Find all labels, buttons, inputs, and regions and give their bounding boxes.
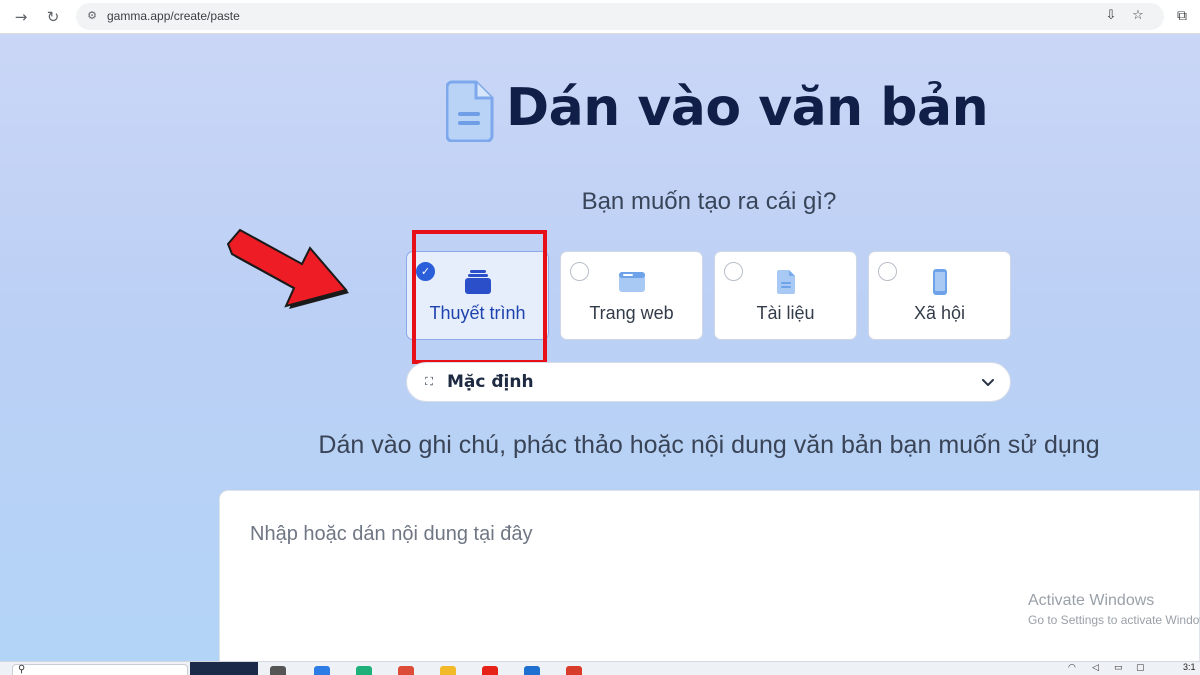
- page-title: Dán vào văn bản: [506, 78, 989, 138]
- task-view-icon[interactable]: [270, 666, 286, 675]
- paste-instruction: Dán vào ghi chú, phác thảo hoặc nội dung…: [318, 431, 1100, 459]
- theme-dropdown[interactable]: ⛶ Mặc định: [406, 362, 1011, 402]
- youtube-icon[interactable]: [482, 666, 498, 675]
- type-card-social[interactable]: Xã hội: [868, 251, 1011, 340]
- url-text: gamma.app/create/paste: [107, 9, 240, 23]
- content-textarea[interactable]: [219, 490, 1200, 665]
- taskbar-search-box[interactable]: [12, 664, 188, 675]
- type-card-label: Xã hội: [913, 303, 966, 323]
- chrome-profile-icon[interactable]: [566, 666, 582, 675]
- site-settings-icon[interactable]: ⚙: [84, 8, 100, 24]
- highlight-box: [412, 230, 547, 364]
- red-arrow-icon: [226, 228, 349, 309]
- bookmark-star-icon[interactable]: ☆: [1129, 7, 1147, 25]
- type-card-label: Trang web: [589, 303, 674, 323]
- dropdown-value: Mặc định: [447, 372, 534, 392]
- document-small-icon: [776, 270, 795, 294]
- forward-arrow-icon[interactable]: →: [10, 6, 32, 28]
- type-card-webpage[interactable]: Trang web: [560, 251, 703, 340]
- type-card-label: Tài liệu: [756, 303, 815, 323]
- widget-thumbnail[interactable]: [190, 662, 258, 675]
- activate-windows-subtitle: Go to Settings to activate Windows.: [1028, 613, 1200, 627]
- radio-button[interactable]: [570, 262, 589, 281]
- webpage-icon: [618, 272, 645, 292]
- phone-icon: [932, 269, 947, 295]
- address-bar[interactable]: ⚙ gamma.app/create/paste ⇩ ☆: [76, 3, 1164, 30]
- file-explorer-icon[interactable]: [440, 666, 456, 675]
- wifi-icon[interactable]: ◠: [1068, 663, 1076, 673]
- reload-icon[interactable]: ↻: [42, 6, 64, 28]
- install-app-icon[interactable]: ⇩: [1102, 7, 1120, 25]
- clock[interactable]: 3:1: [1183, 662, 1196, 672]
- search-icon: ⚲: [18, 664, 26, 675]
- browser-toolbar: → ↻ ⚙ gamma.app/create/paste ⇩ ☆ ⧉: [0, 0, 1200, 34]
- type-card-document[interactable]: Tài liệu: [714, 251, 857, 340]
- chrome-icon[interactable]: [398, 666, 414, 675]
- store-icon[interactable]: [356, 666, 372, 675]
- create-question: Bạn muốn tạo ra cái gì?: [581, 188, 837, 215]
- chevron-down-icon: [982, 379, 994, 386]
- activate-windows-title: Activate Windows: [1028, 592, 1155, 609]
- document-icon: [446, 80, 494, 142]
- extensions-icon[interactable]: ⧉: [1172, 6, 1192, 26]
- radio-button[interactable]: [878, 262, 897, 281]
- battery-icon[interactable]: ▭: [1114, 663, 1123, 673]
- expand-icon: ⛶: [425, 375, 433, 388]
- edge-icon[interactable]: [314, 666, 330, 675]
- volume-icon[interactable]: ◁: [1092, 663, 1099, 673]
- radio-button[interactable]: [724, 262, 743, 281]
- taskbar: ⚲ ◠ ◁ ▭ ▢ 3:1: [0, 661, 1200, 675]
- notification-icon[interactable]: ▢: [1136, 663, 1145, 673]
- word-icon[interactable]: [524, 666, 540, 675]
